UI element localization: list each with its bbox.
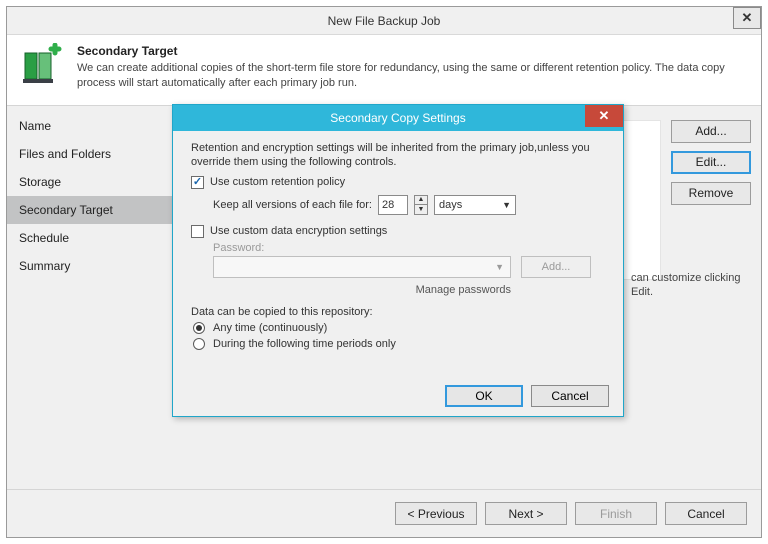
manage-passwords-link[interactable]: Manage passwords xyxy=(213,284,511,296)
keep-value-spinner[interactable]: ▲ ▼ xyxy=(414,195,428,215)
keep-value-input[interactable]: 28 xyxy=(378,195,408,215)
ok-button[interactable]: OK xyxy=(445,385,523,407)
next-button[interactable]: Next > xyxy=(485,502,567,525)
chevron-down-icon: ▼ xyxy=(495,262,504,272)
secondary-copy-dialog: Secondary Copy Settings ✕ Retention and … xyxy=(172,104,624,417)
radio-time-window[interactable] xyxy=(193,338,205,350)
wizard-title: New File Backup Job xyxy=(328,14,441,28)
copy-section-label: Data can be copied to this repository: xyxy=(191,306,605,318)
radio-any-time-label: Any time (continuously) xyxy=(213,322,327,334)
sidebar-item-files[interactable]: Files and Folders xyxy=(7,140,172,168)
wizard-header: Secondary Target We can create additiona… xyxy=(7,35,761,106)
retention-checkbox[interactable] xyxy=(191,176,204,189)
chevron-down-icon: ▼ xyxy=(502,200,511,210)
keep-unit-select[interactable]: days ▼ xyxy=(434,195,516,215)
keep-unit-value: days xyxy=(439,199,462,211)
password-label: Password: xyxy=(213,242,605,254)
add-button[interactable]: Add... xyxy=(671,120,751,143)
retention-checkbox-label: Use custom retention policy xyxy=(210,176,345,188)
wizard-titlebar: New File Backup Job ✕ xyxy=(7,7,761,35)
sidebar-item-name[interactable]: Name xyxy=(7,112,172,140)
sidebar-item-schedule[interactable]: Schedule xyxy=(7,224,172,252)
dialog-title: Secondary Copy Settings xyxy=(330,111,465,125)
close-icon[interactable]: ✕ xyxy=(585,105,623,127)
wizard-header-desc: We can create additional copies of the s… xyxy=(77,61,747,91)
edit-button[interactable]: Edit... xyxy=(671,151,751,174)
password-select: ▼ xyxy=(213,256,511,278)
wizard-step-icon xyxy=(21,43,63,85)
wizard-header-text: Secondary Target We can create additiona… xyxy=(77,43,747,91)
cancel-button[interactable]: Cancel xyxy=(531,385,609,407)
add-password-button: Add... xyxy=(521,256,591,278)
keep-label: Keep all versions of each file for: xyxy=(213,199,372,211)
wizard-sidebar: Name Files and Folders Storage Secondary… xyxy=(7,106,172,496)
dialog-footer: OK Cancel xyxy=(173,376,623,416)
cancel-button[interactable]: Cancel xyxy=(665,502,747,525)
content-hint: can customize clicking Edit. xyxy=(631,271,751,300)
finish-button: Finish xyxy=(575,502,657,525)
dialog-titlebar: Secondary Copy Settings ✕ xyxy=(173,105,623,131)
encryption-checkbox-label: Use custom data encryption settings xyxy=(210,225,387,237)
close-icon[interactable]: ✕ xyxy=(733,7,761,29)
chevron-up-icon[interactable]: ▲ xyxy=(415,196,427,206)
sidebar-item-summary[interactable]: Summary xyxy=(7,252,172,280)
chevron-down-icon[interactable]: ▼ xyxy=(415,205,427,214)
dialog-intro: Retention and encryption settings will b… xyxy=(191,141,605,170)
previous-button[interactable]: < Previous xyxy=(395,502,477,525)
radio-any-time[interactable] xyxy=(193,322,205,334)
sidebar-item-secondary-target[interactable]: Secondary Target xyxy=(7,196,172,224)
wizard-header-title: Secondary Target xyxy=(77,43,747,59)
remove-button[interactable]: Remove xyxy=(671,182,751,205)
wizard-footer: < Previous Next > Finish Cancel xyxy=(7,489,761,537)
sidebar-item-storage[interactable]: Storage xyxy=(7,168,172,196)
encryption-checkbox[interactable] xyxy=(191,225,204,238)
radio-time-window-label: During the following time periods only xyxy=(213,338,396,350)
